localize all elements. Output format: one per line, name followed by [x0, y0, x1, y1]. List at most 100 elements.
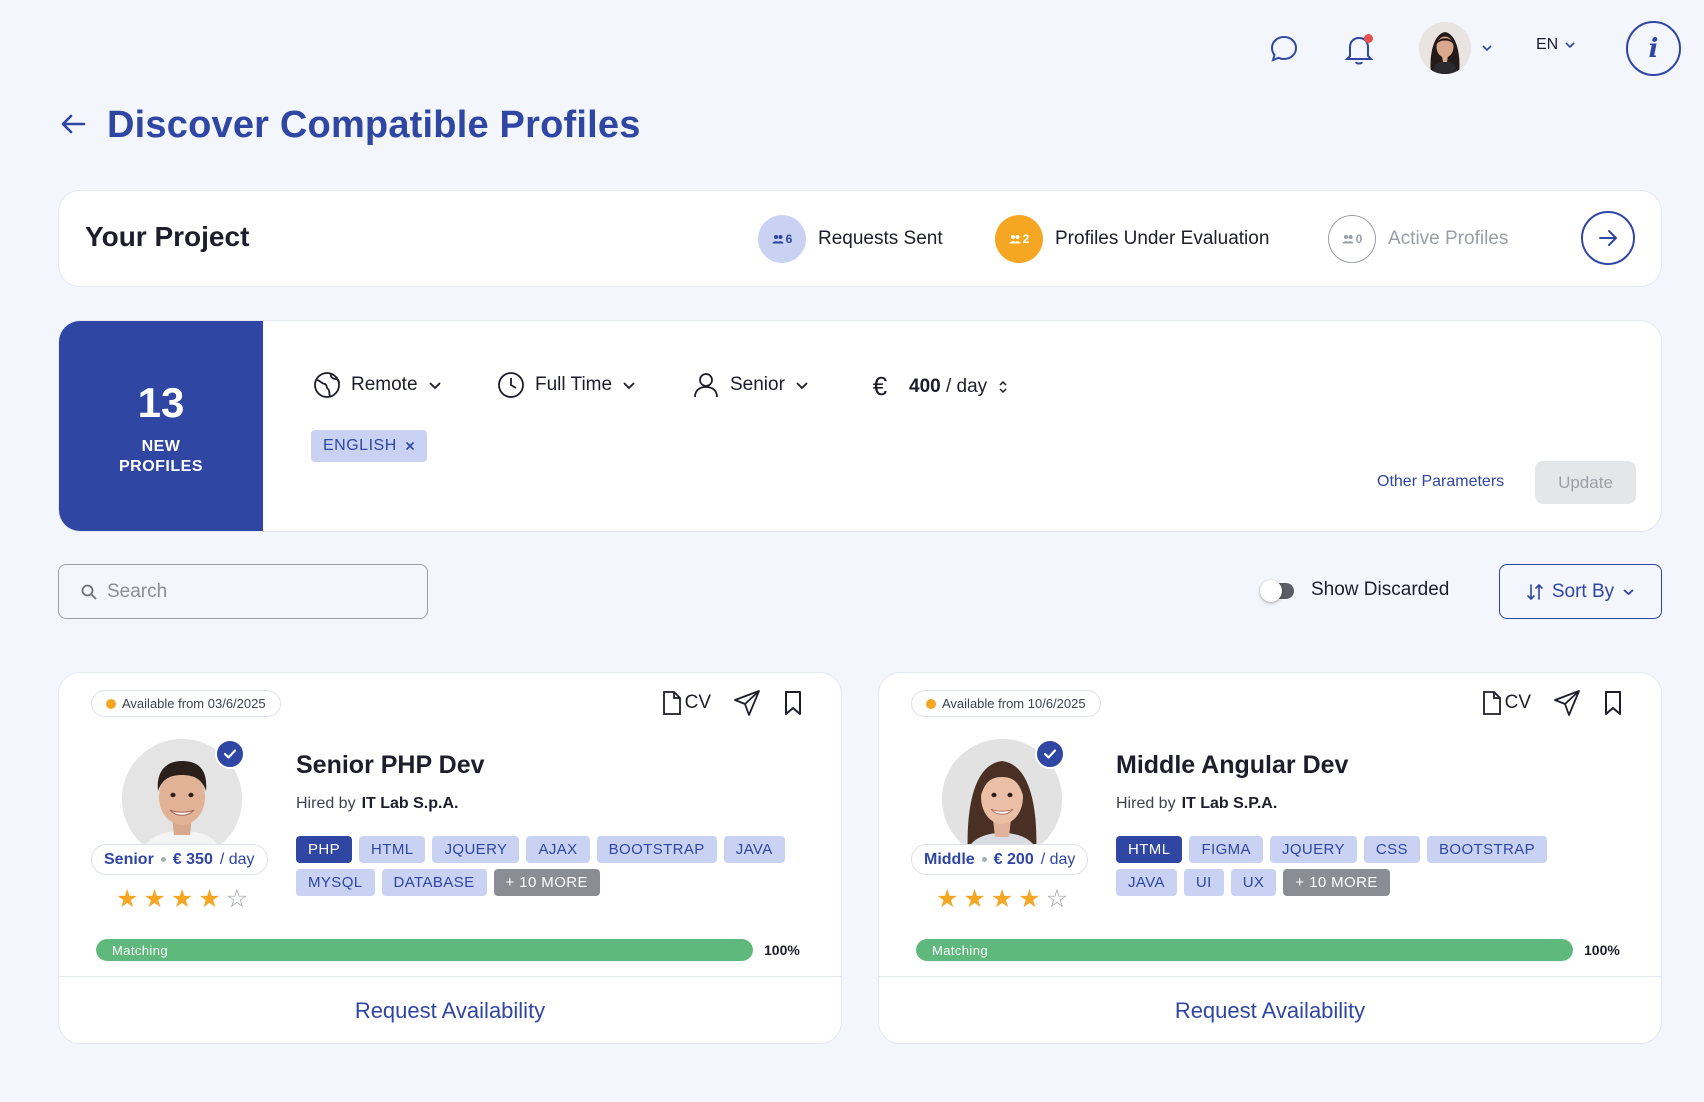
seniority-filter[interactable]: Senior — [692, 371, 809, 399]
people-icon — [772, 235, 784, 244]
search-input[interactable] — [107, 580, 407, 603]
language-label: EN — [1536, 36, 1559, 53]
sort-by-button[interactable]: Sort By — [1499, 564, 1662, 619]
level-label: Senior — [104, 850, 154, 868]
more-skills-tag[interactable]: + 10 MORE — [1283, 869, 1390, 896]
show-discarded-toggle[interactable] — [1260, 580, 1294, 602]
language-chip[interactable]: ENGLISH — [311, 430, 427, 462]
sort-by-label: Sort By — [1551, 580, 1615, 602]
profile-role: Middle Angular Dev — [1116, 751, 1349, 779]
info-button[interactable]: i — [1626, 21, 1681, 76]
chevron-down-icon — [796, 381, 808, 389]
send-icon — [734, 690, 760, 716]
daily-rate-filter[interactable]: € 400 / day — [869, 371, 1009, 402]
rate-unit: / day — [219, 850, 255, 868]
skill-tag: JAVA — [1116, 869, 1177, 896]
star-filled-icon: ★ — [143, 885, 166, 913]
rate-unit: / day — [945, 375, 988, 397]
stepper-icon[interactable] — [997, 379, 1009, 395]
rate-value: € 200 — [993, 850, 1034, 868]
cv-label: CV — [684, 692, 711, 713]
chat-icon[interactable] — [1267, 32, 1301, 66]
notification-dot — [1364, 34, 1373, 43]
work-mode-filter[interactable]: Remote — [313, 371, 442, 399]
chevron-down-icon — [623, 381, 635, 389]
star-empty-icon: ☆ — [225, 885, 249, 913]
work-mode-value: Remote — [351, 374, 418, 395]
matching-label: Matching — [932, 942, 988, 958]
stat-profiles-under-evaluation[interactable]: 2 Profiles Under Evaluation — [995, 215, 1269, 263]
level-label: Middle — [924, 850, 975, 868]
sort-icon — [1527, 583, 1543, 600]
skill-tag: AJAX — [526, 836, 590, 863]
skill-tag: HTML — [1116, 836, 1183, 863]
star-filled-icon: ★ — [963, 885, 986, 913]
skill-tag: HTML — [359, 836, 426, 863]
stat-label: Requests Sent — [818, 228, 943, 249]
skill-tag: DATABASE — [381, 869, 487, 896]
rating-stars: ★ ★ ★ ★ ☆ — [936, 887, 1068, 912]
other-parameters-link[interactable]: Other Parameters — [1377, 473, 1504, 491]
availability-badge: Available from 03/6/2025 — [91, 690, 281, 717]
user-icon — [694, 373, 718, 398]
project-next-button[interactable] — [1581, 211, 1635, 265]
rate-value: 400 — [909, 375, 941, 397]
globe-icon — [314, 372, 340, 398]
star-filled-icon: ★ — [990, 885, 1014, 913]
star-filled-icon: ★ — [936, 885, 959, 913]
profile-card: Available from 03/6/2025 CV Senior € 350… — [58, 672, 842, 1044]
avatar-chevron-icon[interactable] — [1481, 44, 1493, 52]
stat-label: Active Profiles — [1388, 228, 1509, 249]
star-empty-icon: ☆ — [1045, 885, 1069, 913]
stat-active-profiles[interactable]: 0 Active Profiles — [1328, 215, 1508, 263]
people-icon — [1009, 235, 1021, 244]
matching-fill: Matching — [916, 939, 1573, 961]
star-filled-icon: ★ — [1018, 885, 1041, 913]
skill-tag: JQUERY — [432, 836, 520, 863]
request-availability-button[interactable]: Request Availability — [59, 977, 841, 1043]
profile-role: Senior PHP Dev — [296, 751, 485, 779]
language-chip-label: ENGLISH — [323, 437, 397, 454]
stat-requests-sent[interactable]: 6 Requests Sent — [758, 215, 943, 263]
skill-tag: UX — [1230, 869, 1277, 896]
stat-count-circle: 0 — [1328, 215, 1376, 263]
filters-card: 13 NEW PROFILES Remote Full Time Senior — [58, 320, 1662, 532]
page-title: Discover Compatible Profiles — [107, 104, 641, 146]
bell-icon[interactable] — [1342, 32, 1376, 66]
skill-tag: BOOTSTRAP — [1426, 836, 1548, 863]
skill-tag: JAVA — [723, 836, 785, 863]
cv-button[interactable]: CV — [661, 690, 711, 716]
send-icon — [1554, 690, 1580, 716]
stat-label: Profiles Under Evaluation — [1055, 228, 1270, 249]
schedule-filter[interactable]: Full Time — [497, 371, 636, 399]
stat-count-circle: 2 — [995, 215, 1043, 263]
cv-button[interactable]: CV — [1481, 690, 1531, 716]
bookmark-button[interactable] — [783, 690, 803, 716]
separator-dot — [981, 857, 987, 862]
send-button[interactable] — [733, 689, 761, 717]
matching-percent: 100% — [764, 942, 800, 958]
close-icon[interactable] — [405, 441, 415, 451]
more-skills-tag[interactable]: + 10 MORE — [493, 869, 600, 896]
people-icon — [1342, 235, 1354, 244]
skill-tag: PHP — [296, 836, 353, 863]
show-discarded-label: Show Discarded — [1311, 579, 1450, 600]
new-profiles-panel[interactable]: 13 NEW PROFILES — [59, 321, 263, 531]
verified-badge-icon — [215, 739, 245, 769]
avatar[interactable] — [1419, 22, 1471, 74]
arrow-right-icon — [1599, 230, 1617, 246]
update-button[interactable]: Update — [1535, 461, 1636, 504]
rate-value: € 350 — [172, 850, 213, 868]
document-icon — [1482, 691, 1501, 715]
matching-bar: Matching — [96, 939, 753, 961]
back-arrow-icon[interactable] — [60, 112, 86, 141]
bookmark-button[interactable] — [1603, 690, 1623, 716]
hired-by-company: IT Lab S.p.A. — [361, 795, 459, 812]
search-box[interactable] — [58, 564, 428, 619]
send-button[interactable] — [1553, 689, 1581, 717]
stat-count-circle: 6 — [758, 215, 806, 263]
skill-tag: BOOTSTRAP — [596, 836, 717, 863]
request-availability-button[interactable]: Request Availability — [879, 977, 1661, 1043]
rating-stars: ★ ★ ★ ★ ☆ — [116, 887, 248, 912]
language-selector[interactable]: EN — [1536, 36, 1576, 54]
